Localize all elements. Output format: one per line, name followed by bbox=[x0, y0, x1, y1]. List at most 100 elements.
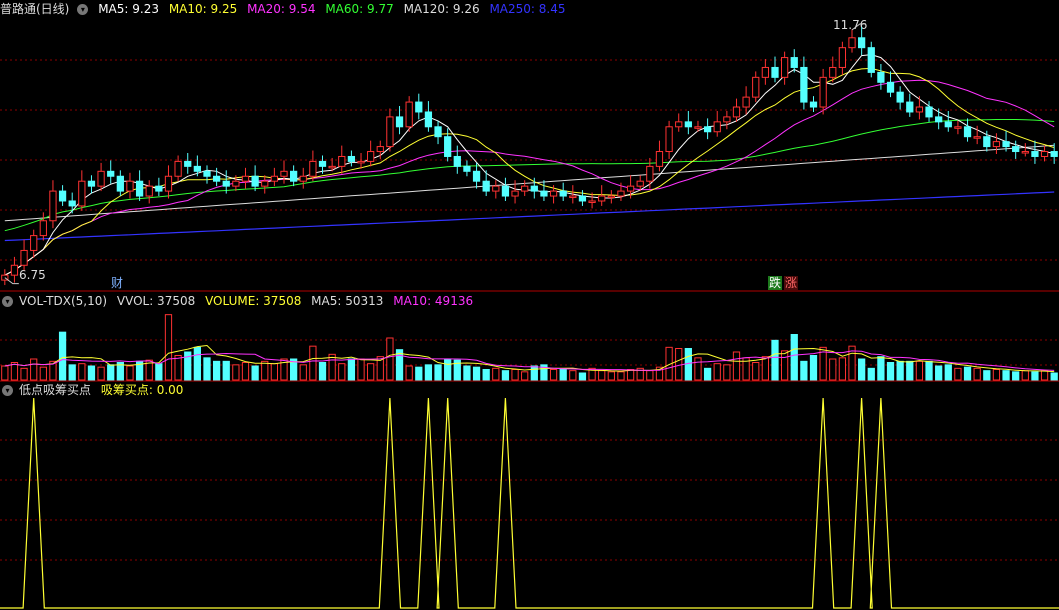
volume-bar bbox=[780, 350, 789, 381]
candle-body bbox=[790, 57, 798, 68]
candle-body bbox=[1021, 151, 1029, 154]
candle-body bbox=[1002, 141, 1010, 148]
volume-bar bbox=[829, 358, 837, 381]
candle-body bbox=[973, 136, 981, 139]
volume-bar bbox=[318, 362, 327, 381]
volume-bar bbox=[357, 358, 365, 381]
candle-body bbox=[87, 180, 96, 187]
volume-bar bbox=[886, 362, 895, 381]
candle-body bbox=[838, 47, 847, 68]
volume-bar bbox=[559, 369, 567, 381]
volume-bar bbox=[732, 351, 741, 381]
candle-body bbox=[299, 175, 307, 182]
volume-bar bbox=[511, 369, 519, 381]
candle-body bbox=[915, 106, 924, 113]
candle-body bbox=[20, 249, 28, 266]
volume-bar bbox=[87, 365, 96, 381]
volume-bar bbox=[1031, 371, 1039, 381]
candle-body bbox=[723, 116, 731, 123]
volume-bar bbox=[338, 363, 346, 381]
volume-bar bbox=[800, 360, 808, 381]
volume-bar bbox=[915, 360, 924, 381]
volume-bar bbox=[107, 364, 115, 381]
candle-body bbox=[665, 126, 673, 153]
candle-body bbox=[155, 185, 163, 192]
candle-body bbox=[684, 121, 692, 128]
candle-body bbox=[761, 66, 769, 78]
volume-bar bbox=[299, 364, 307, 381]
candle-body bbox=[559, 190, 567, 197]
volume-bar bbox=[424, 364, 433, 381]
volume-bar bbox=[270, 363, 279, 381]
volume-bar bbox=[809, 355, 818, 381]
candle-body bbox=[405, 101, 413, 128]
volume-bar bbox=[790, 334, 798, 381]
ma60-line bbox=[4, 119, 1055, 232]
candle-body bbox=[78, 180, 86, 207]
volume-bar bbox=[578, 372, 587, 381]
candle-body bbox=[68, 200, 76, 207]
candle-body bbox=[212, 175, 221, 182]
candle-body bbox=[49, 190, 57, 222]
candle-body bbox=[164, 175, 173, 192]
candle-body bbox=[328, 165, 336, 169]
volume-bar bbox=[1, 365, 9, 381]
volume-bar bbox=[607, 371, 615, 381]
candle-body bbox=[521, 185, 529, 192]
candle-body bbox=[261, 180, 269, 187]
volume-bar bbox=[935, 365, 943, 381]
candle-body bbox=[694, 126, 702, 129]
candle-body bbox=[174, 160, 182, 177]
candle-body bbox=[588, 200, 596, 203]
volume-bar bbox=[164, 314, 173, 381]
volume-bar bbox=[771, 339, 779, 381]
candle-body bbox=[97, 170, 105, 187]
volume-bar bbox=[598, 370, 606, 381]
high-marker bbox=[851, 23, 867, 31]
candle-body bbox=[530, 185, 538, 192]
candle-body bbox=[482, 180, 490, 192]
volume-bar bbox=[97, 366, 105, 381]
candle-body bbox=[241, 175, 250, 182]
volume-bar bbox=[713, 363, 721, 381]
candle-body bbox=[434, 126, 442, 138]
candle-body bbox=[222, 180, 230, 187]
volume-bar bbox=[896, 360, 904, 381]
volume-bar bbox=[617, 371, 625, 381]
stock-chart[interactable] bbox=[0, 0, 1059, 610]
volume-bar bbox=[944, 364, 952, 381]
volume-bar bbox=[954, 367, 962, 381]
candle-body bbox=[444, 136, 452, 157]
candle-body bbox=[771, 66, 779, 78]
volume-bar bbox=[694, 357, 702, 381]
volume-bar bbox=[463, 365, 471, 381]
volume-bar bbox=[415, 366, 423, 381]
volume-bar bbox=[1021, 370, 1029, 381]
volume-bar bbox=[222, 360, 230, 381]
candle-body bbox=[732, 106, 741, 118]
volume-bar bbox=[867, 367, 875, 381]
candle-body bbox=[569, 195, 577, 199]
volume-bar bbox=[405, 365, 413, 381]
candle-body bbox=[290, 170, 298, 182]
candle-body bbox=[886, 81, 895, 93]
candle-body bbox=[135, 180, 144, 197]
volume-bar bbox=[39, 366, 47, 381]
volume-bar bbox=[482, 369, 490, 381]
volume-bar bbox=[675, 348, 683, 381]
candle-body bbox=[453, 155, 461, 167]
candle-body bbox=[983, 136, 991, 148]
candle-body bbox=[703, 126, 712, 133]
candle-body bbox=[145, 185, 153, 197]
volume-bar bbox=[30, 358, 38, 381]
volume-bar bbox=[68, 364, 76, 381]
volume-bar bbox=[703, 367, 712, 381]
candle-body bbox=[367, 151, 375, 162]
candle-body bbox=[655, 151, 664, 167]
candle-body bbox=[232, 180, 240, 187]
volume-bar bbox=[501, 370, 510, 381]
volume-bar bbox=[444, 358, 452, 381]
volume-bar bbox=[193, 346, 201, 381]
volume-bar bbox=[261, 360, 269, 381]
candle-body bbox=[607, 195, 615, 199]
